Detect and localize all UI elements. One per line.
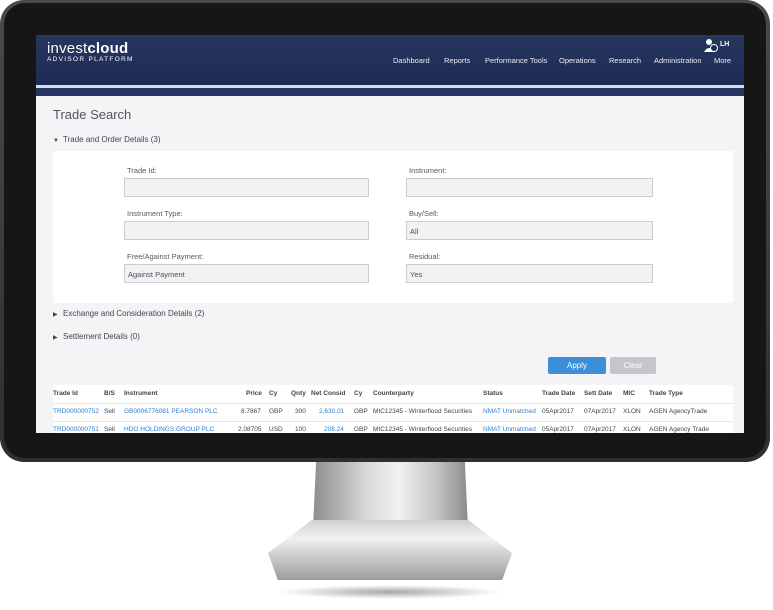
clear-button[interactable]: Clear (610, 357, 656, 374)
instrument-type-input[interactable] (124, 221, 369, 240)
trade-id-label: Trade Id: (127, 166, 157, 175)
table-cell: XLON (623, 426, 641, 433)
table-header-row: Trade Id B/S Instrument Price Cy Qnty Ne… (53, 388, 733, 400)
residual-select[interactable]: Yes (406, 264, 653, 283)
payment-select[interactable]: Against Payment (124, 264, 369, 283)
net-consid-link[interactable]: 208.24 (324, 426, 344, 433)
header-band (36, 88, 744, 96)
table-row[interactable]: TRD000000752 Sell GB0006776081 PEARSON P… (53, 403, 733, 420)
column-header[interactable]: Cy (354, 390, 362, 397)
monitor-stand-neck (313, 462, 468, 528)
column-header[interactable]: Qnty (291, 390, 306, 397)
buy-sell-label: Buy/Sell: (409, 209, 439, 218)
monitor-bezel: investcloud ADVISOR PLATFORM Dashboard R… (4, 3, 766, 458)
nav-dashboard[interactable]: Dashboard (393, 56, 430, 65)
page-title: Trade Search (53, 107, 132, 122)
nav-research[interactable]: Research (609, 56, 641, 65)
section-label: Exchange and Consideration Details (2) (63, 309, 205, 318)
buy-sell-select[interactable]: All (406, 221, 653, 240)
section-label: Trade and Order Details (3) (63, 135, 161, 144)
monitor-stand-base (268, 520, 512, 580)
logo-subtitle: ADVISOR PLATFORM (47, 56, 134, 63)
column-header[interactable]: MIC (623, 390, 635, 397)
column-header[interactable]: B/S (104, 390, 115, 397)
table-cell: GBP (354, 408, 368, 415)
nav-administration[interactable]: Administration (654, 56, 702, 65)
table-cell: XLON (623, 408, 641, 415)
column-header[interactable]: Instrument (124, 390, 158, 397)
trade-id-input[interactable] (124, 178, 369, 197)
column-header[interactable]: Status (483, 390, 503, 397)
residual-label: Residual: (409, 252, 441, 261)
table-cell: MIC12345 - Winterflood Securities (373, 408, 472, 415)
user-initials[interactable]: LH (720, 41, 729, 48)
top-navigation-bar: investcloud ADVISOR PLATFORM Dashboard R… (36, 35, 744, 85)
table-cell: 05Apr2017 (542, 408, 574, 415)
logo-cloud: cloud (87, 40, 129, 57)
instrument-link[interactable]: HDO HOLDINGS GROUP PLC (124, 426, 214, 433)
section-label: Settlement Details (0) (63, 332, 140, 341)
table-cell: 2.08705 (238, 426, 262, 433)
table-cell: GBP (269, 408, 283, 415)
column-header[interactable]: Net Consid (311, 390, 345, 397)
table-cell: AGEN Agency Trade (649, 426, 709, 433)
section-exchange-consideration[interactable]: ▶ Exchange and Consideration Details (2) (53, 309, 204, 318)
table-cell: 07Apr2017 (584, 426, 616, 433)
chevron-right-icon: ▶ (53, 312, 58, 318)
column-header[interactable]: Price (246, 390, 262, 397)
column-header[interactable]: Trade Date (542, 390, 575, 397)
stand-shadow (276, 585, 504, 599)
table-cell: Sell (104, 426, 115, 433)
instrument-link[interactable]: GB0006776081 PEARSON PLC (124, 408, 218, 415)
column-header[interactable]: Cy (269, 390, 277, 397)
section-trade-order-details[interactable]: ▼ Trade and Order Details (3) (53, 135, 161, 144)
monitor-frame: investcloud ADVISOR PLATFORM Dashboard R… (0, 0, 770, 462)
section-settlement-details[interactable]: ▶ Settlement Details (0) (53, 332, 140, 341)
column-header[interactable]: Trade Id (53, 390, 78, 397)
nav-performance-tools[interactable]: Performance Tools (485, 56, 547, 65)
table-cell: USD (269, 426, 283, 433)
nav-reports[interactable]: Reports (444, 56, 470, 65)
apply-button[interactable]: Apply (548, 357, 606, 374)
status-link[interactable]: NMAT Unmatched (483, 426, 536, 433)
column-header[interactable]: Counterparty (373, 390, 414, 397)
chevron-right-icon: ▶ (53, 335, 58, 341)
table-cell: 8.7867 (241, 408, 261, 415)
app-logo[interactable]: investcloud ADVISOR PLATFORM (47, 40, 134, 63)
instrument-type-label: Instrument Type: (127, 209, 183, 218)
table-cell: 100 (295, 426, 306, 433)
nav-operations[interactable]: Operations (559, 56, 596, 65)
instrument-label: Instrument: (409, 166, 447, 175)
table-cell: 07Apr2017 (584, 408, 616, 415)
column-header[interactable]: Sett Date (584, 390, 612, 397)
instrument-input[interactable] (406, 178, 653, 197)
screen: investcloud ADVISOR PLATFORM Dashboard R… (36, 35, 744, 433)
table-cell: Sell (104, 408, 115, 415)
status-link[interactable]: NMAT Unmatched (483, 408, 536, 415)
table-row[interactable]: TRD000000751 Sell HDO HOLDINGS GROUP PLC… (53, 421, 733, 433)
net-consid-link[interactable]: 2,630.01 (319, 408, 344, 415)
table-cell: MIC12345 - Winterflood Securities (373, 426, 472, 433)
table-cell: 05Apr2017 (542, 426, 574, 433)
trade-id-link[interactable]: TRD000000751 (53, 426, 99, 433)
column-header[interactable]: Trade Type (649, 390, 683, 397)
chevron-down-icon: ▼ (53, 138, 59, 144)
table-cell: 300 (295, 408, 306, 415)
payment-label: Free/Against Payment: (127, 252, 204, 261)
nav-more[interactable]: More (714, 56, 731, 65)
trade-id-link[interactable]: TRD000000752 (53, 408, 99, 415)
table-cell: GBP (354, 426, 368, 433)
logo-invest: invest (47, 40, 88, 57)
table-cell: AGEN AgencyTrade (649, 408, 708, 415)
